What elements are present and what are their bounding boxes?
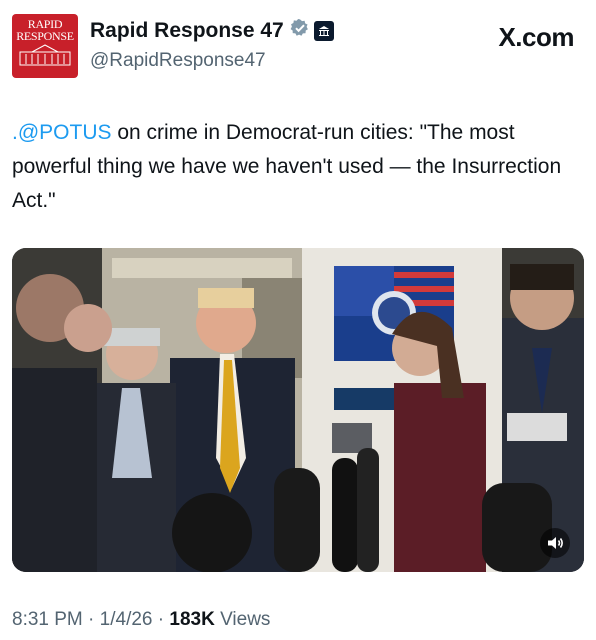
video-frame xyxy=(12,248,584,572)
mention-link[interactable]: .@POTUS xyxy=(12,121,112,144)
author-name-row: Rapid Response 47 xyxy=(90,18,334,43)
author-handle[interactable]: @RapidResponse47 xyxy=(90,50,266,72)
tweet-time[interactable]: 8:31 PM xyxy=(12,609,83,630)
verified-badge-icon xyxy=(290,18,310,43)
avatar-logo-text: RAPID RESPONSE xyxy=(16,17,74,43)
avatar[interactable]: RAPID RESPONSE xyxy=(12,14,78,78)
author-display-name[interactable]: Rapid Response 47 xyxy=(90,19,284,43)
source-label: X.com xyxy=(498,22,574,52)
meta-separator: · xyxy=(152,609,170,630)
video-player[interactable] xyxy=(12,248,584,572)
meta-separator: · xyxy=(82,609,100,630)
white-house-icon xyxy=(19,44,71,66)
views-label: Views xyxy=(214,609,271,630)
tweet-meta: 8:31 PM · 1/4/26 · 183K Views xyxy=(12,609,270,631)
views-count: 183K xyxy=(169,609,215,630)
speaker-icon[interactable] xyxy=(540,528,570,558)
white-house-affiliate-icon[interactable] xyxy=(313,20,334,41)
tweet-text: .@POTUS on crime in Democrat-run cities:… xyxy=(12,116,584,218)
tweet-date[interactable]: 1/4/26 xyxy=(100,609,153,630)
